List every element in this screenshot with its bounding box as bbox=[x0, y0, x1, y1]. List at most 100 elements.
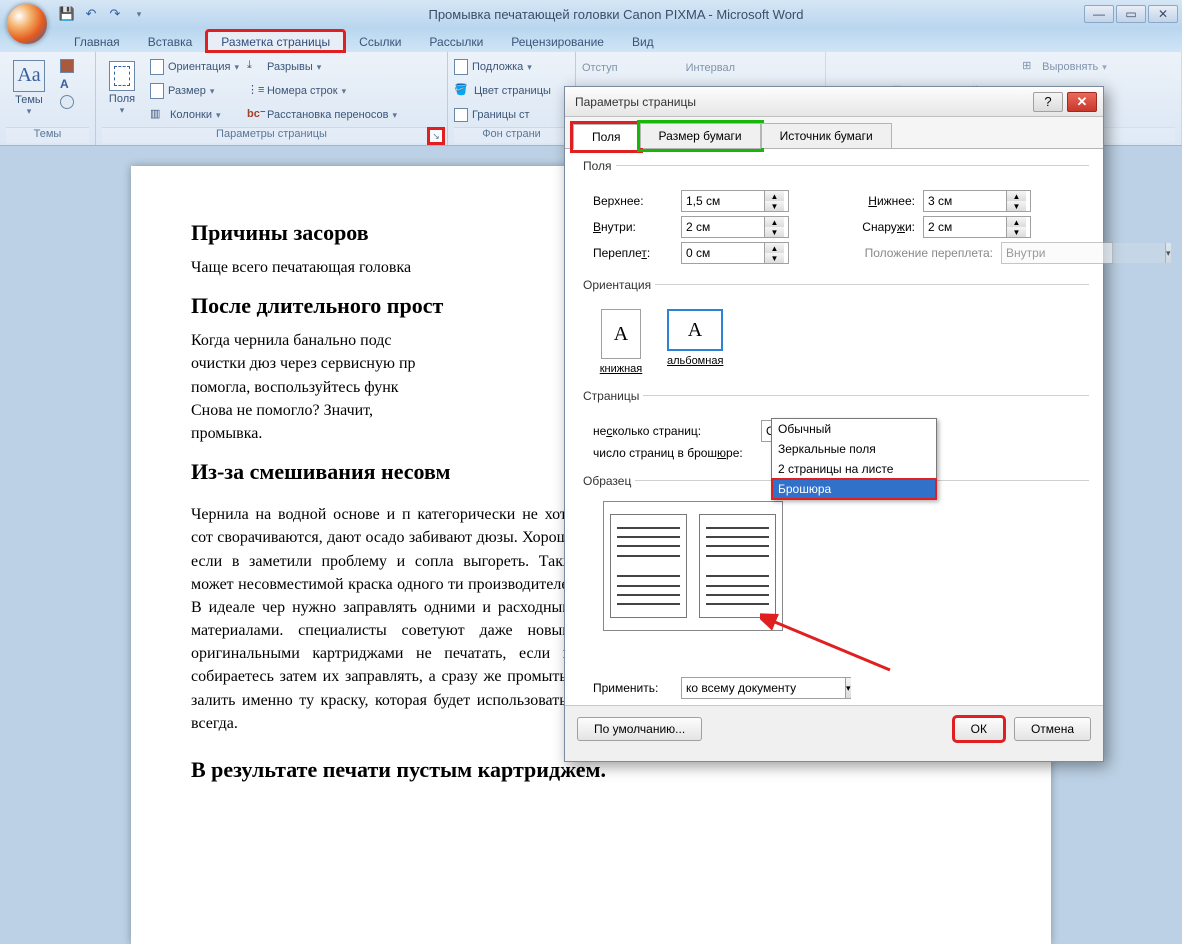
group-label-page-setup: Параметры страницы bbox=[102, 127, 441, 143]
tab-review[interactable]: Рецензирование bbox=[497, 31, 618, 52]
size-button[interactable]: Размер▾ bbox=[150, 80, 239, 102]
page-setup-dialog-launcher[interactable]: ↘ bbox=[429, 129, 443, 143]
align-button[interactable]: ⊞Выровнять▾ bbox=[1022, 56, 1107, 78]
inside-margin-spinner[interactable]: ▲▼ bbox=[681, 216, 789, 238]
page-color-icon: 🪣 bbox=[454, 83, 470, 99]
apply-to-label: Применить: bbox=[593, 681, 673, 695]
inside-margin-label: Внутри: bbox=[593, 220, 673, 234]
maximize-button[interactable]: ▭ bbox=[1116, 5, 1146, 23]
landscape-button[interactable]: A альбомная bbox=[667, 309, 723, 375]
top-margin-spinner[interactable]: ▲▼ bbox=[681, 190, 789, 212]
group-label-themes: Темы bbox=[6, 127, 89, 143]
quick-access-toolbar: 💾 ↶ ↷ ▾ bbox=[58, 5, 148, 23]
columns-icon: ▥ bbox=[150, 107, 166, 123]
bottom-margin-spinner[interactable]: ▲▼ bbox=[923, 190, 1031, 212]
gutter-pos-combo: ▾ bbox=[1001, 242, 1113, 264]
landscape-icon: A bbox=[667, 309, 723, 351]
dialog-footer: По умолчанию... ОК Отмена bbox=[565, 705, 1103, 751]
themes-button[interactable]: Aa Темы ▾ bbox=[6, 55, 52, 121]
fieldset-pages: Страницы несколько страниц: ▾ число стра… bbox=[579, 395, 1089, 470]
indent-label: Отступ bbox=[582, 57, 618, 79]
dropdown-option-selected[interactable]: Брошюра bbox=[772, 479, 936, 499]
hyphenation-icon: bc⁻ bbox=[247, 107, 263, 123]
page-borders-button[interactable]: Границы ст bbox=[454, 104, 551, 126]
ribbon-group-themes: Aa Темы ▾ A Темы bbox=[0, 52, 96, 145]
dialog-tab-margins[interactable]: Поля bbox=[573, 124, 640, 149]
qat-more-icon[interactable]: ▾ bbox=[130, 5, 148, 23]
outside-margin-label: Снаружи: bbox=[843, 220, 915, 234]
window-title: Промывка печатающей головки Canon PIXMA … bbox=[148, 7, 1084, 22]
interval-label: Интервал bbox=[686, 57, 735, 79]
themes-label: Темы bbox=[15, 94, 43, 106]
undo-icon[interactable]: ↶ bbox=[82, 5, 100, 23]
size-icon bbox=[150, 83, 164, 99]
margins-button[interactable]: Поля ▾ bbox=[102, 55, 142, 121]
dialog-tab-source[interactable]: Источник бумаги bbox=[761, 123, 892, 148]
ribbon-group-background: Подложка▾ 🪣Цвет страницы Границы ст Фон … bbox=[448, 52, 576, 145]
cancel-button[interactable]: Отмена bbox=[1014, 717, 1091, 741]
orientation-button[interactable]: Ориентация▾ bbox=[150, 56, 239, 78]
save-icon[interactable]: 💾 bbox=[58, 5, 76, 23]
ribbon-tabs: Главная Вставка Разметка страницы Ссылки… bbox=[0, 28, 1182, 52]
dropdown-option[interactable]: Обычный bbox=[772, 419, 936, 439]
default-button[interactable]: По умолчанию... bbox=[577, 717, 702, 741]
redo-icon[interactable]: ↷ bbox=[106, 5, 124, 23]
tab-page-layout[interactable]: Разметка страницы bbox=[206, 30, 345, 52]
line-numbers-button[interactable]: ⋮≡Номера строк▾ bbox=[247, 80, 397, 102]
annotation-arrow bbox=[760, 610, 910, 690]
top-margin-label: Верхнее: bbox=[593, 194, 673, 208]
dialog-title-bar[interactable]: Параметры страницы ? ✕ bbox=[565, 87, 1103, 117]
ok-button[interactable]: ОК bbox=[954, 717, 1004, 741]
title-bar: 💾 ↶ ↷ ▾ Промывка печатающей головки Cano… bbox=[0, 0, 1182, 28]
office-button[interactable] bbox=[6, 3, 48, 45]
theme-colors-icon[interactable] bbox=[60, 59, 74, 73]
dialog-tabs: Поля Размер бумаги Источник бумаги bbox=[565, 117, 1103, 149]
breaks-button[interactable]: ⤓Разрывы▾ bbox=[247, 56, 397, 78]
ribbon-group-page-setup: Поля ▾ Ориентация▾ Размер▾ ▥Колонки▾ ⤓Ра… bbox=[96, 52, 448, 145]
columns-button[interactable]: ▥Колонки▾ bbox=[150, 104, 239, 126]
preview-page-left bbox=[610, 514, 687, 618]
hyphenation-button[interactable]: bc⁻Расстановка переносов▾ bbox=[247, 104, 397, 126]
gutter-spinner[interactable]: ▲▼ bbox=[681, 242, 789, 264]
booklet-sheets-label: число страниц в брошюре: bbox=[593, 446, 753, 460]
dialog-close-button[interactable]: ✕ bbox=[1067, 92, 1097, 112]
multi-pages-label: несколько страниц: bbox=[593, 424, 753, 438]
theme-fonts-icon[interactable]: A bbox=[60, 77, 74, 91]
gutter-pos-label: Положение переплета: bbox=[843, 246, 993, 260]
watermark-icon bbox=[454, 59, 468, 75]
dialog-help-button[interactable]: ? bbox=[1033, 92, 1063, 112]
paragraph: Чернила на водной основе и п категоричес… bbox=[191, 503, 581, 735]
gutter-label: Переплет: bbox=[593, 246, 673, 260]
tab-view[interactable]: Вид bbox=[618, 31, 668, 52]
tab-mailings[interactable]: Рассылки bbox=[415, 31, 497, 52]
portrait-button[interactable]: A книжная bbox=[593, 309, 649, 375]
dropdown-option[interactable]: Зеркальные поля bbox=[772, 439, 936, 459]
multi-pages-dropdown: Обычный Зеркальные поля 2 страницы на ли… bbox=[771, 418, 937, 500]
page-borders-icon bbox=[454, 108, 468, 122]
page-color-button[interactable]: 🪣Цвет страницы bbox=[454, 80, 551, 102]
tab-home[interactable]: Главная bbox=[60, 31, 134, 52]
breaks-icon: ⤓ bbox=[247, 59, 263, 75]
watermark-button[interactable]: Подложка▾ bbox=[454, 56, 551, 78]
line-numbers-icon: ⋮≡ bbox=[247, 83, 263, 99]
minimize-button[interactable]: — bbox=[1084, 5, 1114, 23]
align-icon: ⊞ bbox=[1022, 59, 1038, 75]
preview-page-right bbox=[699, 514, 776, 618]
dialog-tab-paper[interactable]: Размер бумаги bbox=[640, 123, 761, 148]
fieldset-margins: Поля Верхнее: ▲▼ Внутри: ▲▼ Переплет: ▲▼ bbox=[579, 165, 1089, 274]
group-label-background: Фон страни bbox=[454, 127, 569, 143]
themes-icon: Aa bbox=[13, 60, 45, 92]
theme-effects-icon[interactable] bbox=[60, 95, 74, 109]
fieldset-orientation: Ориентация A книжная A альбомная bbox=[579, 284, 1089, 385]
close-window-button[interactable]: ✕ bbox=[1148, 5, 1178, 23]
tab-insert[interactable]: Вставка bbox=[134, 31, 207, 52]
bottom-margin-label: Нижнее: bbox=[843, 194, 915, 208]
portrait-icon: A bbox=[601, 309, 641, 359]
outside-margin-spinner[interactable]: ▲▼ bbox=[923, 216, 1031, 238]
margins-icon bbox=[109, 61, 135, 91]
dropdown-option[interactable]: 2 страницы на листе bbox=[772, 459, 936, 479]
window-controls: — ▭ ✕ bbox=[1084, 5, 1178, 23]
preview-booklet bbox=[603, 501, 783, 631]
orientation-icon bbox=[150, 59, 164, 75]
tab-references[interactable]: Ссылки bbox=[345, 31, 415, 52]
